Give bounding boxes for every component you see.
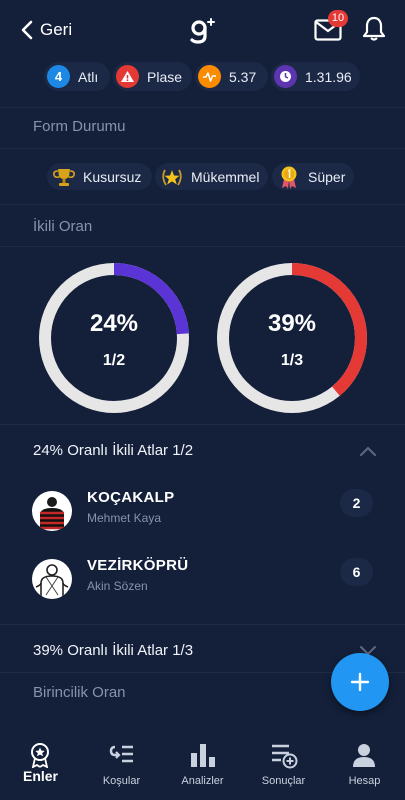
top-bar: Geri 10 <box>0 0 405 60</box>
nav-item-hesap[interactable]: Hesap <box>324 727 405 800</box>
nav-label: Enler <box>22 768 58 784</box>
form-label: Kusursuz <box>83 168 142 185</box>
number-icon: 4 <box>47 65 70 88</box>
horse-name: VEZİRKÖPRÜ <box>87 557 189 574</box>
divider <box>0 204 405 205</box>
form-pill-kusursuz: Kusursuz <box>47 163 152 190</box>
nav-label: Analizler <box>181 775 224 787</box>
plus-icon <box>350 672 370 692</box>
nav-label: Sonuçlar <box>261 775 306 787</box>
user-icon <box>353 744 375 767</box>
nav-item-kosular[interactable]: Koşular <box>81 727 162 800</box>
birincilik-section-title: Birincilik Oran <box>33 684 126 701</box>
form-pill-super: Süper <box>272 163 354 190</box>
bell-icon[interactable] <box>362 16 386 42</box>
nav-label: Koşular <box>102 775 141 787</box>
back-button[interactable]: Geri <box>20 16 72 44</box>
chevron-up-icon[interactable] <box>359 445 377 457</box>
nav-item-analizler[interactable]: Analizler <box>162 727 243 800</box>
donut-chart-ikili-1-3: 39% 1/3 <box>216 262 368 414</box>
award-icon <box>31 743 49 768</box>
divider <box>0 107 405 108</box>
divider <box>0 148 405 149</box>
mail-badge: 10 <box>328 10 348 27</box>
stat-label: Plase <box>147 68 183 85</box>
laurel-star-icon <box>162 169 182 185</box>
races-icon <box>109 745 133 763</box>
warning-icon <box>116 65 139 88</box>
nav-item-sonuclar[interactable]: Sonuçlar <box>243 727 324 800</box>
stat-pill-horses: 4 Atlı <box>44 62 110 91</box>
stat-label: 5.37 <box>229 68 257 85</box>
stat-pill-time: 1.31.96 <box>271 62 360 91</box>
stat-pill-plase: Plase <box>113 62 192 91</box>
trophy-icon <box>53 168 75 186</box>
donut-ratio: 1/2 <box>102 352 126 369</box>
count-badge: 2 <box>340 489 373 517</box>
form-label: Mükemmel <box>191 168 260 185</box>
avatar <box>32 559 72 599</box>
stat-label: Atlı <box>78 68 99 85</box>
count-badge: 6 <box>340 558 373 586</box>
divider <box>0 424 405 425</box>
ikili-section-title: İkili Oran <box>33 218 93 235</box>
clock-icon <box>274 65 297 88</box>
donut-percent: 39% <box>267 310 317 337</box>
form-pill-mukemmel: Mükemmel <box>155 163 268 190</box>
donut-chart-ikili-1-2: 24% 1/2 <box>38 262 190 414</box>
accordion-title: 39% Oranlı İkili Atlar 1/3 <box>33 642 194 659</box>
form-label: Süper <box>308 168 346 185</box>
stat-label: 1.31.96 <box>305 68 352 85</box>
stat-pill-pulse: 5.37 <box>195 62 268 91</box>
nav-item-enler[interactable]: Enler <box>0 727 81 800</box>
horse-name: KOÇAKALP <box>87 489 175 506</box>
divider <box>0 246 405 247</box>
bottom-nav: Enler Koşular Analizler Sonuçlar Hesap <box>0 727 405 800</box>
chevron-left-icon <box>21 20 33 40</box>
medal-icon <box>281 166 297 189</box>
jockey-name: Mehmet Kaya <box>87 511 162 525</box>
back-label: Geri <box>40 20 73 39</box>
donut-percent: 24% <box>89 310 139 337</box>
pulse-icon <box>198 65 221 88</box>
add-button[interactable] <box>331 653 389 711</box>
form-section-title: Form Durumu <box>33 118 126 135</box>
donut-ratio: 1/3 <box>280 352 304 369</box>
results-list-icon <box>272 744 298 769</box>
nav-label: Hesap <box>348 775 381 787</box>
divider <box>0 624 405 625</box>
app-logo <box>190 18 215 44</box>
avatar <box>32 491 72 531</box>
bar-chart-icon <box>191 744 215 767</box>
jockey-name: Akin Sözen <box>87 579 148 593</box>
accordion-title: 24% Oranlı İkili Atlar 1/2 <box>33 442 194 459</box>
